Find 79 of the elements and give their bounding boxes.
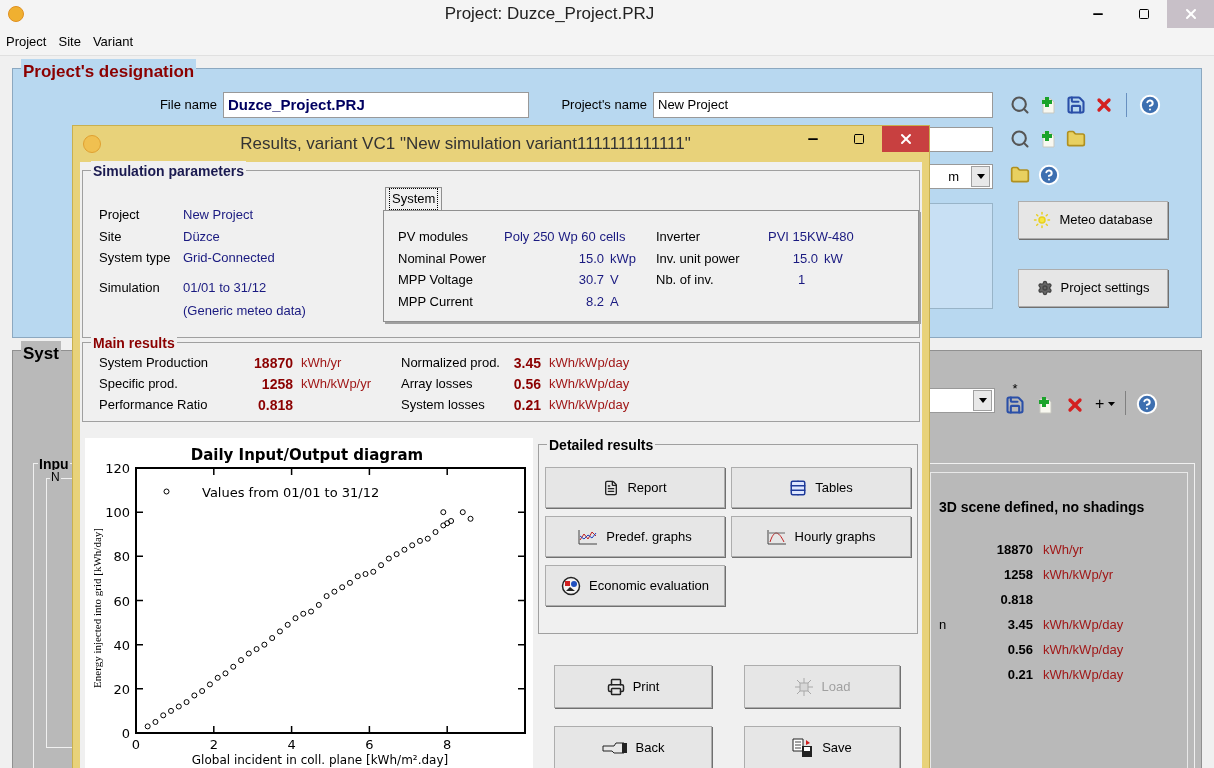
tick-label: 8 — [443, 737, 452, 752]
field-label: File name — [158, 96, 218, 115]
spec-unit: V — [609, 271, 620, 289]
tick-label: 80 — [113, 549, 130, 565]
spec-label: Nominal Power — [398, 249, 488, 268]
parameter-label: Simulation — [99, 278, 161, 297]
parameter-value: Düzce — [183, 227, 220, 246]
tick-label: 2 — [209, 737, 218, 752]
result-unit: kWh/kWp/yr — [1043, 565, 1114, 584]
tick-label: 120 — [105, 461, 130, 476]
tick-label: 0 — [131, 737, 141, 752]
spec-label: PV modules — [398, 228, 470, 246]
parameter-note: (Generic meteo data) — [183, 302, 306, 320]
result-value: 0.818 — [999, 590, 1033, 609]
spec-label: Inverter — [656, 228, 702, 246]
spec-label: MPP Voltage — [398, 271, 474, 289]
result-value: 0.56 — [1006, 640, 1033, 659]
result-unit: kWh/kWp/day — [1043, 665, 1124, 684]
result-value: 3.45 — [1006, 615, 1033, 634]
spec-unit: kW — [823, 249, 844, 268]
result-value: 18870 — [253, 354, 293, 373]
parameter-label: Project — [99, 206, 141, 224]
spec-unit: kWp — [609, 249, 637, 268]
window-title: Project: Duzce_Project.PRJ — [443, 3, 656, 26]
parameter-label: Site — [99, 227, 123, 246]
result-label: Array losses — [401, 375, 474, 393]
parameter-value: Grid-Connected — [183, 249, 275, 267]
result-label: Specific prod. — [99, 375, 179, 393]
result-unit: kWh/yr — [1043, 540, 1084, 559]
dialog-title: Results, variant VC1 "New simulation variant1111111111111" — [239, 133, 692, 156]
spec-label: Inv. unit power — [656, 249, 741, 268]
result-value: 18870 — [995, 540, 1033, 559]
result-value: 3.45 — [512, 354, 541, 373]
group-title: Simulation parameters — [91, 161, 246, 182]
field-label: Project's name — [560, 96, 648, 115]
result-label: Normalized prod. — [401, 354, 501, 372]
result-unit: kWh/kWp/yr — [300, 375, 373, 393]
tick-label: 0 — [121, 726, 130, 741]
tick-label: 4 — [287, 737, 296, 752]
parameter-value: 01/01 to 31/12 — [183, 278, 268, 297]
tick-label: 60 — [113, 593, 130, 609]
axis-title: Energy injected into grid [kWh/day] — [91, 528, 103, 688]
spec-label: Nb. of inv. — [656, 271, 715, 289]
result-label: System losses — [401, 396, 486, 414]
spec-value: Poly 250 Wp 60 cells — [504, 228, 627, 246]
result-value: 1258 — [260, 375, 293, 394]
result-value: 0.56 — [512, 375, 541, 394]
result-unit: kWh/kWp/day — [1043, 615, 1124, 634]
tick-label: 20 — [113, 681, 130, 697]
spec-value: 15.0 — [791, 249, 818, 268]
parameter-label: System type — [99, 249, 172, 267]
row-label: n — [939, 616, 947, 632]
axis-title: Global incident in coll. plane [kWh/m².day] — [191, 753, 449, 767]
tick-label: 40 — [113, 637, 130, 653]
chart-title: Daily Input/Output diagram — [190, 446, 424, 464]
result-unit: kWh/yr — [300, 354, 343, 372]
result-value: 0.21 — [512, 396, 541, 415]
result-label: Performance Ratio — [99, 396, 209, 414]
tick-label: 6 — [365, 737, 374, 752]
result-value: 1258 — [1003, 565, 1033, 584]
spec-value: 8.2 — [584, 292, 604, 311]
result-label: System Production — [99, 354, 210, 372]
result-unit: kWh/kWp/day — [548, 375, 631, 393]
spec-value: 1 — [797, 271, 807, 289]
result-unit: kWh/kWp/day — [548, 354, 631, 372]
spec-label: MPP Current — [398, 292, 474, 311]
result-unit: kWh/kWp/day — [548, 396, 631, 414]
tick-label: 100 — [105, 505, 130, 521]
modified-mark: * — [1012, 383, 1018, 395]
legend-label: Values from 01/01 to 31/12 — [202, 485, 380, 500]
result-value: 0.818 — [256, 396, 293, 415]
spec-value: PVI 15KW-480 — [768, 228, 855, 246]
spec-value: 15.0 — [577, 249, 604, 268]
result-value: 0.21 — [1006, 665, 1033, 684]
spec-unit: A — [609, 292, 620, 311]
spec-value: 30.7 — [577, 271, 604, 289]
parameter-value: New Project — [183, 206, 254, 224]
result-unit: kWh/kWp/day — [1043, 640, 1124, 659]
scene-summary: 3D scene defined, no shadings — [939, 498, 1146, 517]
